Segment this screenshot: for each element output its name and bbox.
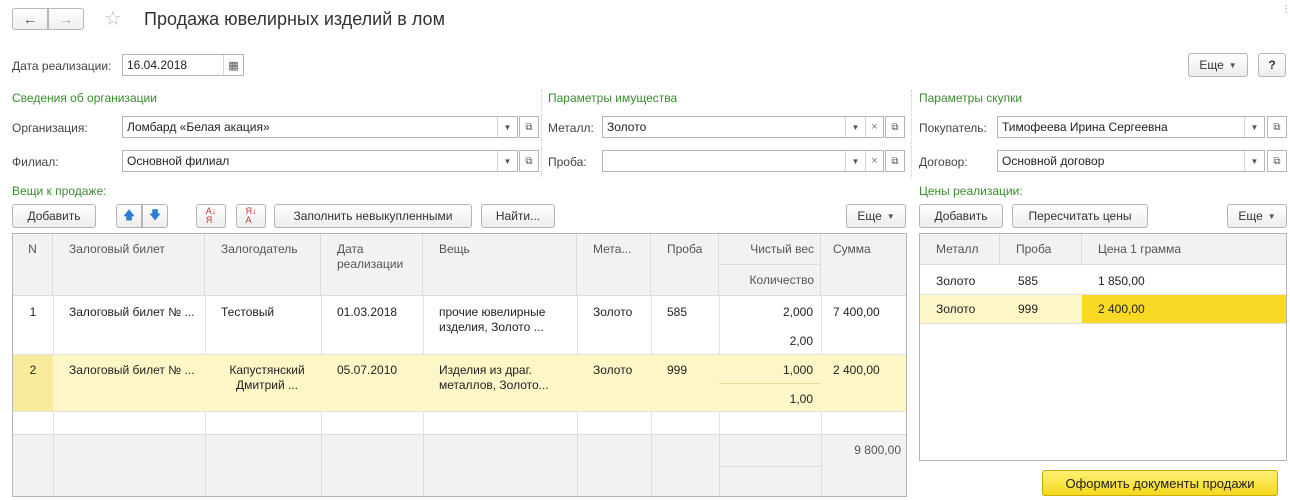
- org-open-button[interactable]: ⧉: [519, 116, 539, 138]
- buyer-field[interactable]: Тимофеева Ирина Сергеевна ▼: [997, 116, 1265, 138]
- prices-add-button[interactable]: Добавить: [919, 204, 1003, 228]
- assay-label: Проба:: [548, 155, 587, 169]
- prices-more-button[interactable]: Еще ▼: [1227, 204, 1287, 228]
- sort-asc-button[interactable]: А↓ Я: [196, 204, 226, 228]
- create-sale-documents-button[interactable]: Оформить документы продажи: [1042, 470, 1278, 496]
- assay-open-button[interactable]: ⧉: [885, 150, 905, 172]
- col-price-assay[interactable]: Проба: [1000, 234, 1082, 265]
- open-icon: ⧉: [891, 121, 899, 133]
- col-price-value[interactable]: Цена 1 грамма: [1082, 234, 1286, 265]
- contract-label: Договор:: [919, 155, 968, 169]
- buyer-label: Покупатель:: [919, 121, 987, 135]
- col-weight[interactable]: Чистый вес: [719, 234, 821, 265]
- move-down-button[interactable]: 🡇: [142, 204, 168, 228]
- open-icon: ⧉: [525, 155, 533, 167]
- chevron-down-icon: ▼: [1228, 60, 1237, 70]
- org-field[interactable]: Ломбард «Белая акация» ▼: [122, 116, 518, 138]
- find-button[interactable]: Найти...: [481, 204, 555, 228]
- recalc-prices-button[interactable]: Пересчитать цены: [1012, 204, 1148, 228]
- buyer-open-button[interactable]: ⧉: [1267, 116, 1287, 138]
- calendar-icon[interactable]: ▦: [223, 55, 243, 75]
- sort-desc-button[interactable]: Я↓ А: [236, 204, 266, 228]
- total-sum: 9 800,00: [854, 443, 901, 457]
- assay-field[interactable]: ▼ ×: [602, 150, 884, 172]
- arrow-right-icon: →: [59, 11, 73, 27]
- property-section-title: Параметры имущества: [548, 91, 678, 105]
- items-add-button[interactable]: Добавить: [12, 204, 96, 228]
- chevron-down-icon: ▼: [886, 211, 895, 221]
- col-assay[interactable]: Проба: [651, 234, 719, 296]
- metal-open-button[interactable]: ⧉: [885, 116, 905, 138]
- open-icon: ⧉: [525, 121, 533, 133]
- arrow-up-icon: 🡅: [122, 207, 136, 222]
- branch-field[interactable]: Основной филиал ▼: [122, 150, 518, 172]
- col-qty[interactable]: Количество: [719, 265, 821, 296]
- branch-open-button[interactable]: ⧉: [519, 150, 539, 172]
- arrow-down-icon: 🡇: [148, 207, 162, 222]
- help-button[interactable]: ?: [1258, 53, 1286, 77]
- more-button[interactable]: Еще ▼: [1188, 53, 1248, 77]
- metal-label: Металл:: [548, 121, 594, 135]
- arrow-left-icon: ←: [23, 11, 37, 27]
- dropdown-icon: ▼: [497, 117, 517, 137]
- open-icon: ⧉: [1273, 121, 1281, 133]
- dropdown-icon: ▼: [845, 117, 865, 137]
- date-label: Дата реализации:: [12, 59, 112, 73]
- col-date[interactable]: Дата реализации: [321, 234, 423, 296]
- move-up-button[interactable]: 🡅: [116, 204, 142, 228]
- col-pledger[interactable]: Залогодатель: [205, 234, 321, 296]
- forward-button[interactable]: →: [48, 8, 84, 30]
- menu-dots-icon[interactable]: ⋮: [1281, 4, 1290, 15]
- date-field[interactable]: 16.04.2018 ▦: [122, 54, 244, 76]
- prices-table[interactable]: Металл Проба Цена 1 грамма Золото 585 1 …: [919, 233, 1287, 461]
- org-label: Организация:: [12, 121, 88, 135]
- page-title: Продажа ювелирных изделий в лом: [144, 9, 445, 29]
- back-button[interactable]: ←: [12, 8, 48, 30]
- items-table[interactable]: N Залоговый билет Залогодатель Дата реал…: [12, 233, 907, 497]
- col-metal[interactable]: Мета...: [577, 234, 651, 296]
- contract-open-button[interactable]: ⧉: [1267, 150, 1287, 172]
- open-icon: ⧉: [891, 155, 899, 167]
- col-n[interactable]: N: [13, 234, 53, 296]
- star-icon[interactable]: ☆: [104, 6, 122, 31]
- org-section-title: Сведения об организации: [12, 91, 157, 105]
- contract-field[interactable]: Основной договор ▼: [997, 150, 1265, 172]
- sort-desc-icon: Я↓ А: [245, 206, 257, 225]
- col-item[interactable]: Вещь: [423, 234, 577, 296]
- clear-icon[interactable]: ×: [865, 117, 883, 137]
- items-more-button[interactable]: Еще ▼: [846, 204, 906, 228]
- prices-section-title: Цены реализации:: [919, 184, 1023, 198]
- items-section-title: Вещи к продаже:: [12, 184, 107, 198]
- metal-field[interactable]: Золото ▼ ×: [602, 116, 884, 138]
- dropdown-icon: ▼: [1244, 117, 1264, 137]
- branch-label: Филиал:: [12, 155, 59, 169]
- sort-asc-icon: А↓ Я: [205, 206, 217, 225]
- dropdown-icon: ▼: [497, 151, 517, 171]
- clear-icon[interactable]: ×: [865, 151, 883, 171]
- col-price-metal[interactable]: Металл: [920, 234, 1000, 265]
- dropdown-icon: ▼: [845, 151, 865, 171]
- open-icon: ⧉: [1273, 155, 1281, 167]
- chevron-down-icon: ▼: [1267, 211, 1276, 221]
- purchase-section-title: Параметры скупки: [919, 91, 1023, 105]
- col-ticket[interactable]: Залоговый билет: [53, 234, 205, 296]
- col-sum[interactable]: Сумма: [821, 234, 906, 296]
- dropdown-icon: ▼: [1244, 151, 1264, 171]
- fill-unredeemed-button[interactable]: Заполнить невыкупленными: [274, 204, 472, 228]
